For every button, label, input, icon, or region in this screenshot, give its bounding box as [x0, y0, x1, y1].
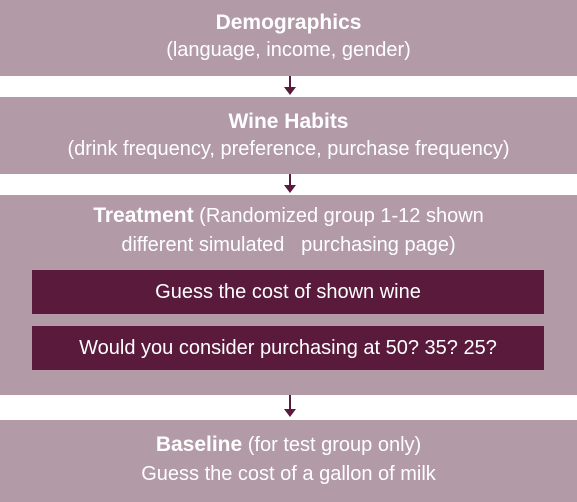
treatment-detail-line2: different simulated purchasing page): [121, 234, 456, 256]
treatment-title: Treatment: [93, 204, 194, 227]
step-wine-habits: Wine Habits (drink frequency, preference…: [0, 97, 577, 174]
task-guess-wine-cost: Guess the cost of shown wine: [32, 270, 544, 314]
demographics-title: Demographics: [215, 11, 362, 34]
wine-habits-detail: (drink frequency, preference, purchase f…: [67, 138, 510, 160]
task-consider-purchasing: Would you consider purchasing at 50? 35?…: [32, 326, 544, 370]
baseline-detail: (for test group only): [247, 434, 422, 456]
step-demographics: Demographics (language, income, gender): [0, 0, 577, 76]
baseline-task: Guess the cost of a gallon of milk: [141, 463, 436, 485]
arrow-down-icon: [284, 395, 296, 417]
baseline-title: Baseline: [155, 433, 243, 456]
step-baseline: Baseline (for test group only) Guess the…: [0, 420, 577, 502]
step-treatment: Treatment (Randomized group 1-12 shown d…: [0, 195, 577, 395]
arrow-down-icon: [284, 174, 296, 193]
baseline-heading: Baseline (for test group only): [0, 420, 577, 460]
treatment-heading: Treatment (Randomized group 1-12 shown: [0, 195, 577, 231]
wine-habits-title: Wine Habits: [228, 110, 349, 133]
treatment-detail-line1: (Randomized group 1-12 shown: [199, 205, 484, 227]
arrow-down-icon: [284, 76, 296, 95]
demographics-detail: (language, income, gender): [166, 39, 411, 61]
